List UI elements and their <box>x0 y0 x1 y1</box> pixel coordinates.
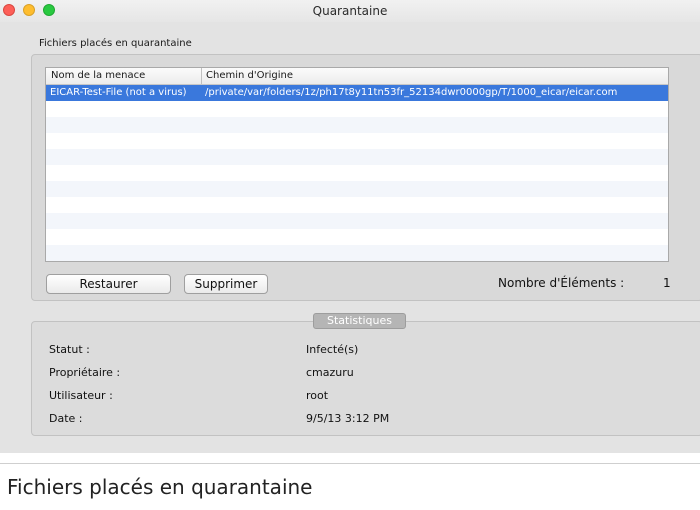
status-value: Infecté(s) <box>306 343 359 356</box>
table-row-empty <box>46 165 668 181</box>
threat-name-cell: EICAR-Test-File (not a virus) <box>50 87 187 98</box>
quarantine-group-label: Fichiers placés en quarantaine <box>39 38 192 49</box>
user-value: root <box>306 389 329 402</box>
column-header-path[interactable]: Chemin d'Origine <box>206 70 293 81</box>
date-value: 9/5/13 3:12 PM <box>306 412 390 425</box>
window-title: Quarantaine <box>312 4 388 18</box>
caption-divider <box>0 463 700 464</box>
delete-button[interactable]: Supprimer <box>184 274 268 294</box>
statistics-title: Statistiques <box>313 313 406 329</box>
item-count-value: 1 <box>663 276 671 290</box>
quarantine-window: Quarantaine Fichiers placés en quarantai… <box>0 0 700 453</box>
table-row-empty <box>46 149 668 165</box>
column-header-threat[interactable]: Nom de la menace <box>51 70 145 81</box>
date-label: Date : <box>49 412 83 425</box>
origin-path-cell: /private/var/folders/1z/ph17t8y11tn53fr_… <box>205 87 618 98</box>
table-row-empty <box>46 245 668 261</box>
table-row-empty <box>46 229 668 245</box>
owner-value: cmazuru <box>306 366 354 379</box>
owner-label: Propriétaire : <box>49 366 121 379</box>
table-row-empty <box>46 213 668 229</box>
table-row-empty <box>46 133 668 149</box>
table-header: Nom de la menace Chemin d'Origine <box>46 68 668 85</box>
quarantine-table[interactable]: Nom de la menace Chemin d'Origine EICAR-… <box>45 67 669 262</box>
user-label: Utilisateur : <box>49 389 113 402</box>
restore-button[interactable]: Restaurer <box>46 274 171 294</box>
figure-caption: Fichiers placés en quarantaine <box>7 475 313 499</box>
table-row[interactable]: EICAR-Test-File (not a virus) /private/v… <box>46 85 668 101</box>
table-row-empty <box>46 101 668 117</box>
title-bar[interactable]: Quarantaine <box>0 0 700 22</box>
table-row-empty <box>46 197 668 213</box>
column-divider[interactable] <box>201 68 202 84</box>
item-count-label: Nombre d'Éléments : <box>498 276 625 290</box>
table-row-empty <box>46 181 668 197</box>
table-row-empty <box>46 117 668 133</box>
status-label: Statut : <box>49 343 90 356</box>
